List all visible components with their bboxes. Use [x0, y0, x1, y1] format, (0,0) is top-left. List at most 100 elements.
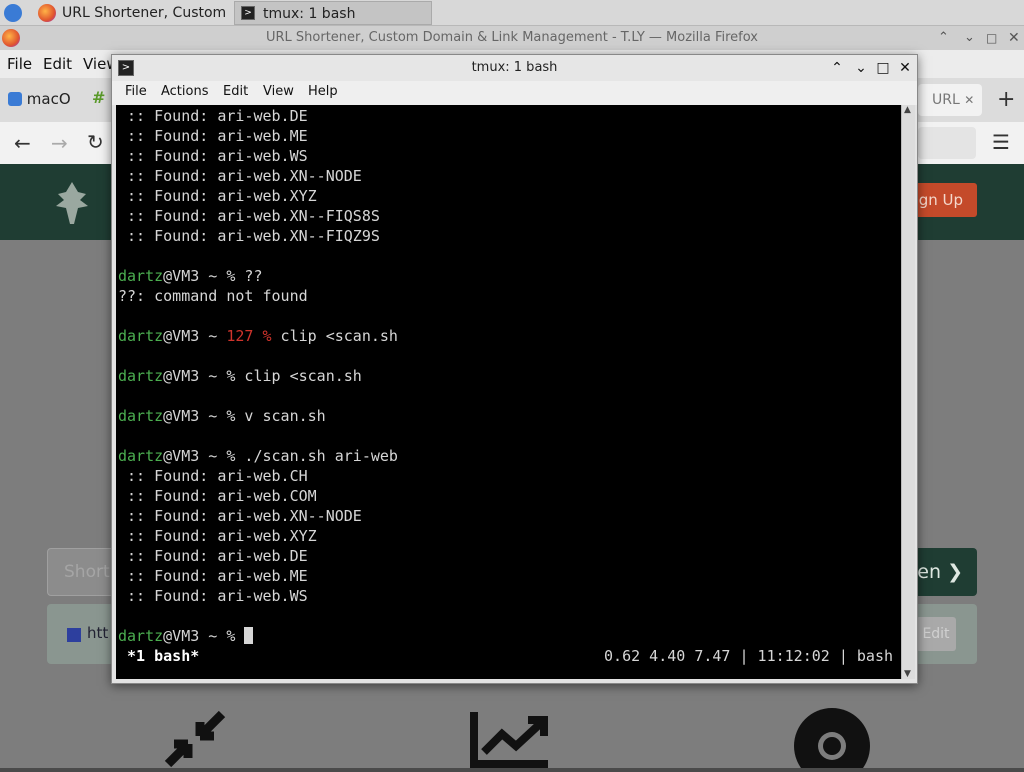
shorten-button[interactable]: en ❯	[916, 548, 977, 596]
terminal-output-line: :: Found: ari-web.XN--FIQZ9S	[118, 227, 380, 245]
terminal-output-line: :: Found: ari-web.DE	[118, 547, 308, 565]
prompt-user: dartz	[118, 367, 164, 385]
prompt-host: @VM3 ~	[163, 447, 227, 465]
tmux-status-window[interactable]: *1 bash*	[118, 646, 199, 666]
hamburger-menu-icon[interactable]: ☰	[992, 130, 1010, 154]
taskbar-task-terminal[interactable]: > tmux: 1 bash	[234, 1, 432, 25]
prompt-user: dartz	[118, 267, 164, 285]
terminal-prompt-line: dartz@VM3 ~ % ./scan.sh ari-web	[118, 446, 398, 466]
scroll-up-icon[interactable]: ▲	[904, 105, 911, 115]
prompt-host: @VM3 ~	[163, 267, 227, 285]
prompt-host: @VM3 ~	[163, 627, 227, 645]
tab-macos[interactable]: macO	[8, 90, 71, 108]
shorten-placeholder: Short	[64, 562, 110, 582]
terminal-menu-actions[interactable]: Actions	[161, 84, 209, 99]
terminal-minimize-icon[interactable]: ⌃	[826, 55, 848, 81]
command-text: %	[226, 627, 245, 645]
terminal-menu-edit[interactable]: Edit	[223, 84, 248, 99]
link-favicon-icon	[67, 628, 81, 642]
terminal-menu-view[interactable]: View	[263, 84, 294, 99]
terminal-output-line: :: Found: ari-web.ME	[118, 567, 308, 585]
terminal-output-line: :: Found: ari-web.COM	[118, 487, 317, 505]
signup-label: ign Up	[914, 191, 963, 209]
terminal-restore-icon[interactable]: ⌄	[850, 55, 872, 81]
terminal-title: tmux: 1 bash	[471, 60, 558, 75]
tly-logo-icon[interactable]	[52, 180, 92, 226]
trending-chart-icon	[470, 712, 550, 768]
firefox-logo-icon	[2, 29, 20, 47]
prompt-host: @VM3 ~	[163, 367, 227, 385]
firefox-maximize-icon[interactable]: □	[986, 26, 997, 50]
link-url[interactable]: htt	[87, 624, 108, 642]
terminal-output-line: :: Found: ari-web.WS	[118, 147, 308, 165]
edit-link-button[interactable]: Edit	[916, 617, 956, 651]
reload-icon[interactable]: ↻	[87, 130, 104, 154]
taskbar-task-firefox[interactable]: URL Shortener, Custom ...	[34, 1, 230, 25]
scroll-down-icon[interactable]: ▼	[904, 669, 911, 679]
firefox-menu-file[interactable]: File	[7, 55, 32, 73]
terminal-output-line: :: Found: ari-web.XN--NODE	[118, 167, 362, 185]
tab-url-shortener[interactable]: URL ✕	[918, 84, 982, 116]
terminal-output-line: :: Found: ari-web.ME	[118, 127, 308, 145]
command-text: % ./scan.sh ari-web	[226, 447, 398, 465]
new-tab-icon[interactable]: +	[997, 87, 1015, 112]
terminal-output-line: ??: command not found	[118, 287, 308, 305]
start-menu-icon[interactable]	[4, 4, 22, 22]
firefox-minimize-icon[interactable]: ⌃	[938, 26, 949, 50]
firefox-titlebar: URL Shortener, Custom Domain & Link Mana…	[0, 26, 1024, 50]
terminal-titlebar[interactable]: > tmux: 1 bash ⌃ ⌄ □ ✕	[112, 55, 917, 81]
command-text: % ??	[226, 267, 263, 285]
command-text: clip <scan.sh	[271, 327, 398, 345]
prompt-user: dartz	[118, 407, 164, 425]
back-icon[interactable]: ←	[14, 131, 31, 155]
taskbar: URL Shortener, Custom ... > tmux: 1 bash	[0, 0, 1024, 26]
terminal-prompt-line: dartz@VM3 ~ 127 % clip <scan.sh	[118, 326, 398, 346]
tmux-status-right: 0.62 4.40 7.47 | 11:12:02 | bash	[604, 647, 893, 665]
terminal-output-line: :: Found: ari-web.XYZ	[118, 527, 317, 545]
terminal-screen[interactable]: :: Found: ari-web.DE :: Found: ari-web.M…	[116, 105, 901, 679]
terminal-prompt-line: dartz@VM3 ~ % clip <scan.sh	[118, 366, 362, 386]
firefox-window-title: URL Shortener, Custom Domain & Link Mana…	[266, 30, 758, 45]
terminal-app-icon: >	[118, 60, 134, 76]
prompt-user: dartz	[118, 627, 164, 645]
hashtag-icon: #	[92, 88, 106, 107]
forward-icon[interactable]: →	[51, 131, 68, 155]
terminal-maximize-icon[interactable]: □	[872, 55, 894, 81]
terminal-menubar: File Actions Edit View Help	[112, 81, 917, 105]
terminal-close-icon[interactable]: ✕	[894, 55, 916, 81]
terminal-output-line: :: Found: ari-web.WS	[118, 587, 308, 605]
tab-label: macO	[26, 90, 71, 108]
shorten-url-input[interactable]: Short	[47, 548, 117, 596]
finder-icon	[8, 92, 22, 106]
tab-close-icon[interactable]: ✕	[964, 93, 974, 107]
tab-label: URL	[932, 92, 960, 108]
terminal-menu-help[interactable]: Help	[308, 84, 338, 99]
terminal-icon: >	[241, 6, 255, 20]
chrome-icon	[792, 706, 872, 772]
taskbar-task-label: URL Shortener, Custom ...	[62, 5, 230, 21]
shorten-label: en	[917, 561, 942, 583]
terminal-prompt-line: dartz@VM3 ~ %	[118, 626, 254, 646]
url-bar[interactable]	[918, 127, 976, 159]
terminal-scrollbar[interactable]: ▲ ▼	[901, 105, 915, 679]
terminal-window: > tmux: 1 bash ⌃ ⌄ □ ✕ File Actions Edit…	[111, 54, 918, 684]
terminal-output-line: :: Found: ari-web.XYZ	[118, 187, 317, 205]
terminal-prompt-line: dartz@VM3 ~ % v scan.sh	[118, 406, 326, 426]
firefox-close-icon[interactable]: ✕	[1008, 26, 1020, 50]
command-text: % clip <scan.sh	[226, 367, 362, 385]
terminal-menu-file[interactable]: File	[125, 84, 147, 99]
taskbar-task-label: tmux: 1 bash	[263, 6, 356, 22]
terminal-cursor	[244, 627, 254, 644]
terminal-output-line: :: Found: ari-web.DE	[118, 107, 308, 125]
prompt-user: dartz	[118, 447, 164, 465]
firefox-menu-edit[interactable]: Edit	[43, 55, 72, 73]
exit-code: 127 %	[226, 327, 272, 345]
terminal-output-line: :: Found: ari-web.XN--NODE	[118, 507, 362, 525]
prompt-host: @VM3 ~	[163, 407, 227, 425]
terminal-prompt-line: dartz@VM3 ~ % ??	[118, 266, 263, 286]
command-text: % v scan.sh	[226, 407, 326, 425]
firefox-restore-icon[interactable]: ⌄	[964, 26, 975, 50]
edit-label: Edit	[922, 626, 950, 642]
prompt-host: @VM3 ~	[163, 327, 227, 345]
terminal-output-line: :: Found: ari-web.XN--FIQS8S	[118, 207, 380, 225]
